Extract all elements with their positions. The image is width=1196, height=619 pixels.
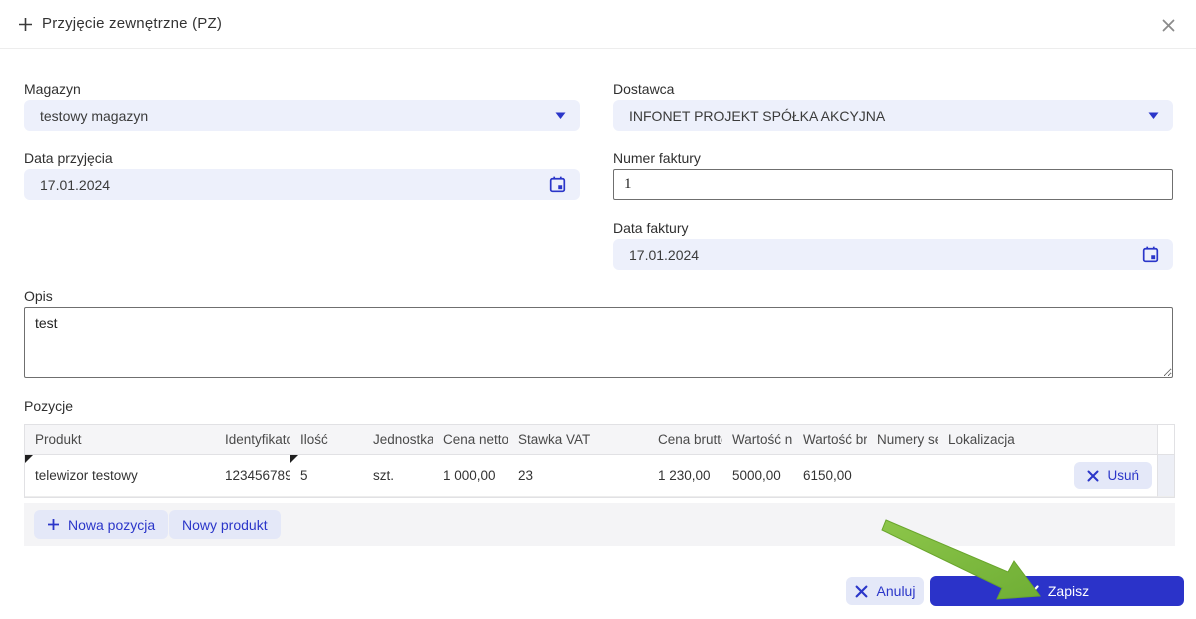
dialog-title: Przyjęcie zewnętrzne (PZ) bbox=[42, 15, 223, 32]
magazyn-value: testowy magazyn bbox=[40, 107, 149, 124]
column-header-produkt: Produkt bbox=[25, 425, 215, 455]
column-header-numery-seryjne: Numery se... bbox=[867, 425, 938, 455]
cell-jednostka[interactable]: szt. bbox=[363, 455, 433, 497]
data-przyjecia-datepicker[interactable]: 17.01.2024 bbox=[24, 169, 580, 200]
calendar-icon bbox=[1142, 246, 1159, 263]
magazyn-label: Magazyn bbox=[24, 81, 81, 97]
plus-icon bbox=[19, 18, 32, 31]
data-faktury-label: Data faktury bbox=[613, 220, 689, 236]
cell-lokalizacja[interactable] bbox=[938, 455, 1028, 497]
cell-edited-marker-icon bbox=[290, 455, 298, 463]
x-icon bbox=[1087, 470, 1099, 481]
zapisz-button[interactable]: Zapisz bbox=[930, 576, 1184, 606]
cell-produkt[interactable]: telewizor testowy bbox=[25, 455, 215, 497]
scrollbar-gutter bbox=[1157, 455, 1174, 497]
cell-edited-marker-icon bbox=[25, 455, 33, 463]
column-header-stawka-vat: Stawka VAT bbox=[508, 425, 648, 455]
column-header-wartosc-netto: Wartość n... bbox=[722, 425, 793, 455]
nowy-produkt-button[interactable]: Nowy produkt bbox=[169, 510, 281, 539]
cell-ilosc[interactable]: 5 bbox=[290, 455, 363, 497]
chevron-down-icon bbox=[555, 112, 566, 120]
dostawca-value: INFONET PROJEKT SPÓŁKA AKCYJNA bbox=[629, 107, 886, 124]
column-header-identyfikator: Identyfikator bbox=[215, 425, 290, 455]
opis-label: Opis bbox=[24, 288, 53, 304]
column-header-cena-netto: Cena netto bbox=[433, 425, 508, 455]
cell-wartosc-netto[interactable]: 5000,00 bbox=[722, 455, 793, 497]
scrollbar-gutter bbox=[1157, 425, 1174, 455]
cell-wartosc-brutto[interactable]: 6150,00 bbox=[793, 455, 867, 497]
cell-cena-brutto[interactable]: 1 230,00 bbox=[648, 455, 722, 497]
cell-actions: Usuń bbox=[1028, 455, 1157, 497]
plus-icon bbox=[48, 519, 59, 530]
column-header-actions bbox=[1028, 425, 1157, 455]
x-icon bbox=[855, 585, 867, 597]
pozycje-table: Produkt Identyfikator Ilość Jednostka Ce… bbox=[24, 424, 1175, 498]
dostawca-select[interactable]: INFONET PROJEKT SPÓŁKA AKCYJNA bbox=[613, 100, 1173, 131]
cell-numery-seryjne[interactable] bbox=[867, 455, 938, 497]
cell-cena-netto[interactable]: 1 000,00 bbox=[433, 455, 508, 497]
numer-faktury-label: Numer faktury bbox=[613, 150, 701, 166]
dostawca-label: Dostawca bbox=[613, 81, 675, 97]
data-faktury-datepicker[interactable]: 17.01.2024 bbox=[613, 239, 1173, 270]
dialog-titlebar: Przyjęcie zewnętrzne (PZ) bbox=[0, 0, 1196, 49]
data-przyjecia-value: 17.01.2024 bbox=[40, 176, 111, 193]
column-header-jednostka: Jednostka bbox=[363, 425, 433, 455]
chevron-down-icon bbox=[1148, 112, 1159, 120]
column-header-ilosc: Ilość bbox=[290, 425, 363, 455]
opis-textarea[interactable]: test bbox=[24, 307, 1173, 378]
data-faktury-value: 17.01.2024 bbox=[629, 246, 700, 263]
cell-stawka-vat[interactable]: 23 bbox=[508, 455, 648, 497]
magazyn-select[interactable]: testowy magazyn bbox=[24, 100, 580, 131]
anuluj-button[interactable]: Anuluj bbox=[846, 577, 924, 605]
column-header-lokalizacja: Lokalizacja bbox=[938, 425, 1028, 455]
column-header-cena-brutto: Cena brutto bbox=[648, 425, 722, 455]
pz-dialog: Przyjęcie zewnętrzne (PZ) Magazyn testow… bbox=[0, 0, 1196, 619]
pozycje-label: Pozycje bbox=[24, 398, 74, 414]
calendar-icon bbox=[549, 176, 566, 193]
data-przyjecia-label: Data przyjęcia bbox=[24, 150, 113, 166]
column-header-wartosc-brutto: Wartość br... bbox=[793, 425, 867, 455]
close-icon[interactable] bbox=[1158, 15, 1178, 35]
pozycje-toolbar: Nowa pozycja Nowy produkt bbox=[24, 503, 1175, 546]
nowa-pozycja-button[interactable]: Nowa pozycja bbox=[34, 510, 169, 539]
delete-row-button[interactable]: Usuń bbox=[1074, 462, 1152, 489]
cell-identyfikator[interactable]: 123456789 bbox=[215, 455, 290, 497]
numer-faktury-input[interactable] bbox=[613, 169, 1173, 200]
check-icon bbox=[1025, 585, 1039, 596]
